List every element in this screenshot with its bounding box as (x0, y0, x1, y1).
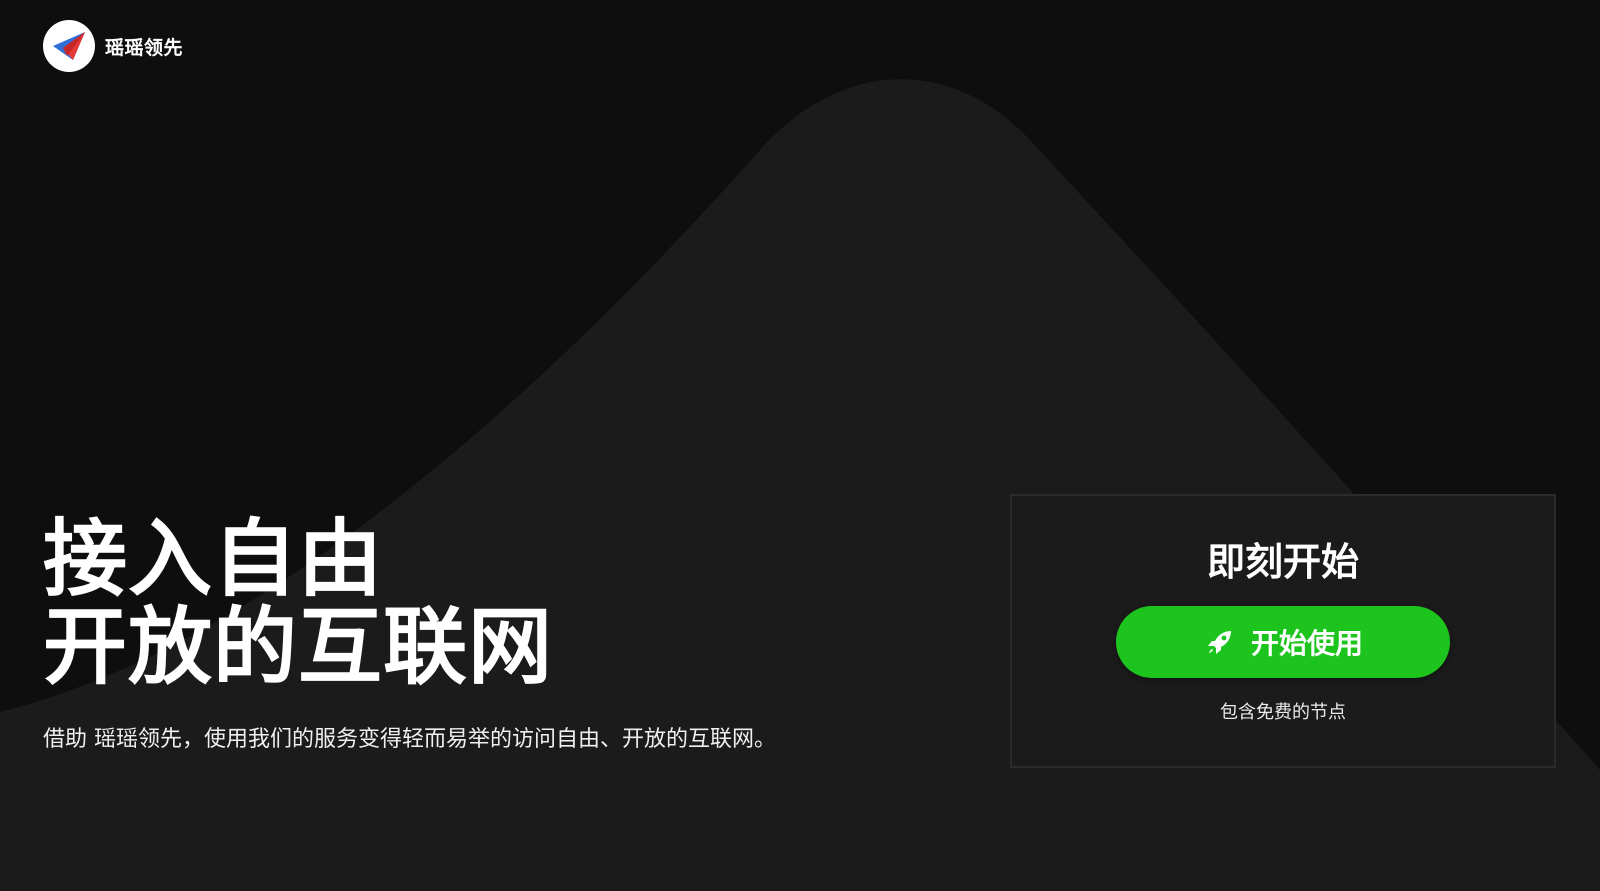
hero-title: 接入自由 开放的互联网 (43, 515, 776, 691)
hero-title-line-2: 开放的互联网 (43, 598, 554, 696)
card-title: 即刻开始 (1206, 540, 1359, 584)
hero-subtitle: 借助 瑶瑶领先，使用我们的服务变得轻而易举的访问自由、开放的互联网。 (43, 727, 776, 752)
start-using-button-label: 开始使用 (1250, 627, 1363, 660)
hero-section: 接入自由 开放的互联网 借助 瑶瑶领先，使用我们的服务变得轻而易举的访问自由、开… (43, 515, 776, 753)
brand-name: 瑶瑶领先 (105, 36, 184, 59)
landing-page: 瑶瑶领先 接入自由 开放的互联网 借助 瑶瑶领先，使用我们的服务变得轻而易举的访… (0, 0, 1600, 891)
rocket-icon (1203, 625, 1237, 659)
start-using-button[interactable]: 开始使用 (1116, 606, 1450, 678)
paper-plane-icon (43, 20, 95, 72)
hero-title-line-1: 接入自由 (43, 510, 384, 608)
brand-logo[interactable]: 瑶瑶领先 (43, 20, 183, 72)
free-nodes-note: 包含免费的节点 (1220, 702, 1346, 723)
get-started-card: 即刻开始 开始使用 包含免费的节点 (1010, 494, 1556, 768)
